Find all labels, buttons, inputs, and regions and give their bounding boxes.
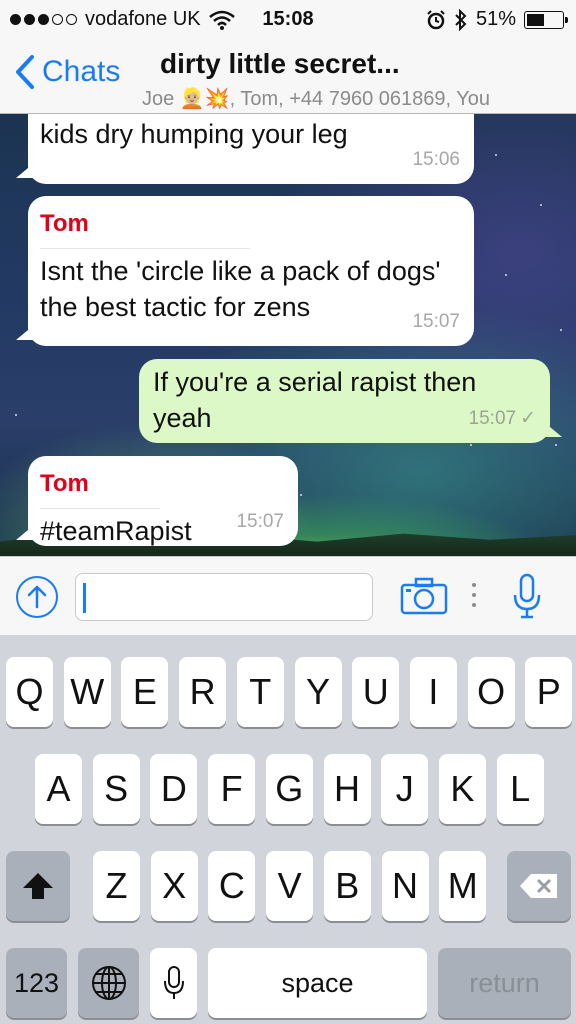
key-b[interactable]: B <box>323 851 371 921</box>
return-key[interactable]: return <box>438 948 571 1018</box>
keyboard: 123 space return QWERTYUIOP ASDFGHJKL ZXCV… <box>0 635 576 1024</box>
backspace-icon <box>520 874 557 898</box>
camera-button[interactable] <box>400 577 448 620</box>
message-bubble-incoming[interactable]: Tom Isnt the 'circle like a pack of dogs… <box>28 196 474 346</box>
key-v[interactable]: V <box>266 851 314 921</box>
key-j[interactable]: J <box>381 754 429 824</box>
space-key[interactable]: space <box>208 948 427 1018</box>
key-q[interactable]: Q <box>6 657 53 727</box>
key-t[interactable]: T <box>236 657 284 727</box>
wallpaper-star <box>495 154 497 156</box>
message-text: Isnt the 'circle like a pack of dogs' th… <box>40 256 441 322</box>
message-text: kids dry humping your leg <box>40 119 348 149</box>
alarm-icon <box>427 9 445 29</box>
wallpaper-star <box>470 444 472 446</box>
key-u[interactable]: U <box>352 657 400 727</box>
more-dots-icon <box>472 583 476 607</box>
wallpaper-star <box>15 414 17 416</box>
back-button[interactable]: Chats <box>14 54 120 90</box>
key-a[interactable]: A <box>35 754 82 824</box>
voice-record-button[interactable] <box>512 573 542 624</box>
key-l[interactable]: L <box>496 754 544 824</box>
camera-icon <box>400 577 448 615</box>
key-n[interactable]: N <box>381 851 429 921</box>
key-c[interactable]: C <box>208 851 256 921</box>
status-right: 51% <box>426 8 568 31</box>
key-x[interactable]: X <box>150 851 198 921</box>
participants-list[interactable]: Joe 👱🏼💥, Tom, +44 7960 061869, You <box>142 86 490 111</box>
key-h[interactable]: H <box>323 754 371 824</box>
share-up-icon <box>27 585 47 609</box>
message-input[interactable] <box>75 573 373 621</box>
message-time: 15:07 <box>412 311 460 332</box>
key-p[interactable]: P <box>525 657 573 727</box>
key-s[interactable]: S <box>92 754 140 824</box>
message-time: 15:06 <box>412 149 460 170</box>
battery-icon <box>524 10 568 29</box>
backspace-key[interactable] <box>507 851 571 921</box>
message-bubble-incoming[interactable]: kids dry humping your leg 15:06 <box>28 114 474 184</box>
message-input-bar <box>0 556 576 635</box>
delivered-check-icon: ✓ <box>520 408 536 429</box>
wallpaper-star <box>540 204 542 206</box>
message-time: 15:07 <box>236 511 284 532</box>
key-o[interactable]: O <box>467 657 515 727</box>
microphone-icon <box>513 573 541 619</box>
key-f[interactable]: F <box>208 754 256 824</box>
chat-header: Chats dirty little secret... Joe 👱🏼💥, To… <box>0 38 576 114</box>
key-e[interactable]: E <box>121 657 169 727</box>
globe-icon <box>91 966 126 1000</box>
chat-area[interactable]: kids dry humping your leg 15:06 Tom Isnt… <box>0 114 576 556</box>
globe-key[interactable] <box>78 948 139 1018</box>
bluetooth-icon <box>455 8 467 31</box>
numbers-key[interactable]: 123 <box>6 948 67 1018</box>
back-chevron-icon <box>16 55 34 89</box>
key-k[interactable]: K <box>438 754 486 824</box>
dictation-icon <box>163 966 184 999</box>
key-z[interactable]: Z <box>93 851 140 921</box>
key-m[interactable]: M <box>439 851 487 921</box>
key-r[interactable]: R <box>179 657 227 727</box>
key-y[interactable]: Y <box>294 657 342 727</box>
wallpaper-star <box>505 274 507 276</box>
shift-icon <box>23 873 53 899</box>
message-time-text: 15:07 <box>468 408 517 429</box>
shift-key[interactable] <box>6 851 70 921</box>
key-d[interactable]: D <box>150 754 198 824</box>
message-bubble-incoming[interactable]: Tom #teamRapist 15:07 <box>28 456 298 546</box>
text-caret <box>83 583 86 613</box>
message-bubble-outgoing[interactable]: If you're a serial rapist then yeah 15:0… <box>139 359 550 443</box>
message-time: 15:07 ✓ <box>469 401 536 437</box>
sender-name: Tom <box>40 206 250 249</box>
share-button[interactable] <box>16 576 58 618</box>
key-i[interactable]: I <box>409 657 457 727</box>
sender-name: Tom <box>40 466 160 509</box>
wallpaper-star <box>300 494 302 496</box>
wallpaper-star <box>555 444 557 446</box>
key-w[interactable]: W <box>63 657 111 727</box>
key-g[interactable]: G <box>265 754 313 824</box>
battery-percent: 51% <box>475 8 516 30</box>
wallpaper-star <box>560 329 562 331</box>
status-bar: vodafone UK 15:08 51% <box>0 0 576 38</box>
dictation-key[interactable] <box>150 948 197 1018</box>
back-label: Chats <box>42 55 121 88</box>
chat-title[interactable]: dirty little secret... <box>160 48 400 80</box>
